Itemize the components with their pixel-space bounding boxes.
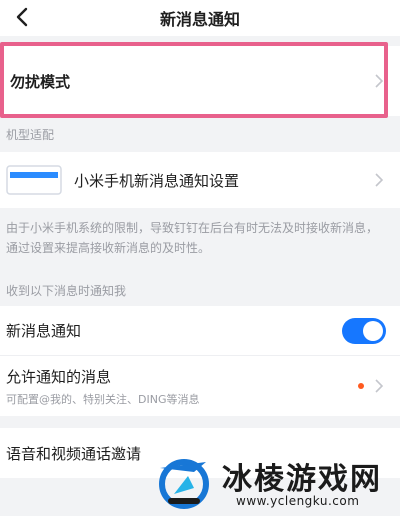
model-section-header: 机型适配 [0,116,400,152]
allowed-messages-row[interactable]: 允许通知的消息 可配置@我的、特别关注、DING等消息 [0,356,400,416]
nav-bar: 新消息通知 [0,0,400,36]
chevron-right-icon [375,173,384,187]
model-section-label: 机型适配 [6,127,55,142]
receive-section-header: 收到以下消息时通知我 [0,274,400,306]
voice-video-label: 语音和视频通话邀请 [6,444,142,463]
highlight-frame [0,42,388,118]
watermark: 冰棱游戏网 www.yclengku.com [150,448,400,516]
page-title: 新消息通知 [159,10,240,29]
allowed-text-group: 允许通知的消息 可配置@我的、特别关注、DING等消息 [6,366,199,407]
phone-banner-icon [6,165,62,195]
new-message-row: 新消息通知 [0,306,400,356]
toggle-knob [363,320,383,341]
allowed-sublabel: 可配置@我的、特别关注、DING等消息 [6,392,200,406]
allowed-label: 允许通知的消息 [6,367,112,386]
chevron-left-icon [16,7,28,27]
back-button[interactable] [8,2,36,32]
xiaomi-description: 由于小米手机系统的限制，导致钉钉在后台有时无法及时接收新消息，通过设置来提高接收… [6,221,379,255]
xiaomi-settings-row[interactable]: 小米手机新消息通知设置 [0,152,400,208]
new-message-label: 新消息通知 [6,322,82,340]
new-message-toggle[interactable] [342,317,386,344]
xiaomi-settings-label: 小米手机新消息通知设置 [74,171,240,190]
chevron-right-icon [375,379,384,393]
unread-dot [358,383,364,389]
receive-section-label: 收到以下消息时通知我 [6,283,127,298]
watermark-name: 冰棱游戏网 [222,462,382,497]
watermark-url: www.yclengku.com [236,494,360,508]
watermark-logo-icon [159,459,209,509]
